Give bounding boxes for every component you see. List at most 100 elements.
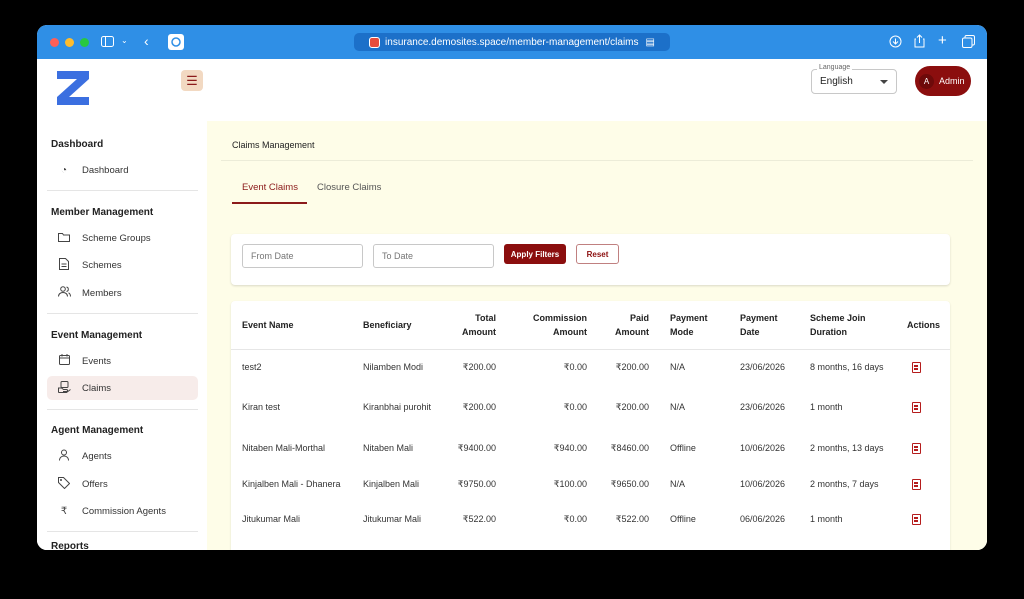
cell-paid-amount: ₹200.00 <box>615 402 649 413</box>
avatar: A <box>919 73 934 89</box>
cell-beneficiary: Nilamben Modi <box>363 362 424 373</box>
url-text: insurance.demosites.space/member-managem… <box>385 36 639 48</box>
address-bar[interactable]: insurance.demosites.space/member-managem… <box>354 33 670 51</box>
column-header-payment-mode: Payment Mode <box>670 312 708 337</box>
tab-favicon-icon[interactable] <box>168 34 184 52</box>
menu-toggle-button[interactable]: ☰ <box>181 70 203 91</box>
cell-commission-amount: ₹0.00 <box>563 402 587 413</box>
sidebar-item-scheme-groups[interactable]: Scheme Groups <box>47 226 198 250</box>
sidebar-divider <box>47 190 198 191</box>
sidebar-item-events[interactable]: Events <box>47 349 198 373</box>
tab-event-claims[interactable]: Event Claims <box>242 182 298 193</box>
to-date-input[interactable] <box>373 244 494 268</box>
sidebar-item-agents[interactable]: Agents <box>47 444 198 468</box>
column-header-actions: Actions <box>907 319 941 330</box>
cell-scheme-join-duration: 2 months, 13 days <box>810 443 884 454</box>
cell-payment-date: 06/06/2026 <box>740 514 786 525</box>
sidebar-item-label: Scheme Groups <box>82 232 151 244</box>
chevron-down-icon[interactable]: ⌄ <box>121 37 128 45</box>
cell-event-name: Kinjalben Mali - Dhanera <box>242 479 341 490</box>
active-tab-indicator <box>232 202 307 204</box>
sidebar-item-label: Claims <box>82 382 112 394</box>
page-breadcrumb: Claims Management <box>232 140 315 150</box>
cell-paid-amount: ₹8460.00 <box>610 443 649 454</box>
cell-payment-mode: N/A <box>670 479 686 490</box>
sidebar-toggle-icon[interactable] <box>101 36 114 49</box>
new-tab-icon[interactable]: + <box>938 33 947 48</box>
cell-payment-mode: Offline <box>670 443 696 454</box>
cell-paid-amount: ₹522.00 <box>615 514 649 525</box>
tabs-overview-icon[interactable] <box>962 35 975 50</box>
claims-icon <box>57 380 71 396</box>
main-content: Claims Management Event Claims Closure C… <box>207 121 987 550</box>
sidebar: Dashboard ◔ Dashboard Member Management … <box>37 121 207 550</box>
sidebar-section-agent-management: Agent Management <box>51 425 144 436</box>
back-icon[interactable]: ‹ <box>144 34 149 48</box>
sidebar-item-members[interactable]: Members <box>47 281 198 305</box>
cell-payment-mode: N/A <box>670 362 686 373</box>
cell-payment-date: 23/06/2026 <box>740 362 786 373</box>
cell-commission-amount: ₹0.00 <box>563 514 587 525</box>
sidebar-item-label: Offers <box>82 478 108 490</box>
language-label: Language <box>817 64 853 71</box>
cell-payment-mode: N/A <box>670 402 686 413</box>
sidebar-item-claims[interactable]: Claims <box>47 376 198 400</box>
minimize-window-button[interactable] <box>65 38 74 47</box>
zoom-window-button[interactable] <box>80 38 89 47</box>
cell-scheme-join-duration: 1 month <box>810 402 843 413</box>
share-icon[interactable] <box>914 34 925 50</box>
column-header-commission-amount: Commission Amount <box>532 312 587 337</box>
language-value: English <box>820 76 853 87</box>
admin-label: Admin <box>939 76 965 86</box>
from-date-input[interactable] <box>242 244 363 268</box>
sidebar-item-commission-agents[interactable]: ₹ Commission Agents <box>47 499 198 523</box>
browser-titlebar: ⌄ ‹ insurance.demosites.space/member-man… <box>37 25 987 59</box>
download-icon[interactable] <box>889 35 902 50</box>
view-claim-icon[interactable] <box>912 362 921 373</box>
sidebar-section-member-management: Member Management <box>51 207 154 218</box>
view-claim-icon[interactable] <box>912 443 921 454</box>
cell-payment-date: 10/06/2026 <box>740 479 786 490</box>
document-icon <box>57 257 71 273</box>
cell-scheme-join-duration: 1 month <box>810 514 843 525</box>
sidebar-item-label: Members <box>82 287 122 299</box>
caret-down-icon[interactable] <box>880 80 888 84</box>
column-header-event-name: Event Name <box>242 319 294 330</box>
cell-event-name: test2 <box>242 362 262 373</box>
cell-event-name: Kiran test <box>242 402 281 413</box>
user-icon <box>57 449 71 464</box>
cell-commission-amount: ₹940.00 <box>553 443 587 454</box>
rupee-icon: ₹ <box>60 505 68 517</box>
cell-total-amount: ₹9750.00 <box>457 479 496 490</box>
logo-icon[interactable] <box>55 69 91 107</box>
view-claim-icon[interactable] <box>912 402 921 413</box>
cell-event-name: Jitukumar Mali <box>242 514 301 525</box>
cell-paid-amount: ₹9650.00 <box>610 479 649 490</box>
sidebar-item-label: Events <box>82 355 112 367</box>
sidebar-divider <box>47 409 198 410</box>
sidebar-item-dashboard[interactable]: ◔ Dashboard <box>47 158 198 182</box>
admin-menu-button[interactable]: A Admin <box>915 66 971 96</box>
cell-beneficiary: Jitukumar Mali <box>363 514 422 525</box>
close-window-button[interactable] <box>50 38 59 47</box>
site-favicon-icon <box>369 36 381 48</box>
apply-filters-button[interactable]: Apply Filters <box>504 244 566 264</box>
reader-icon[interactable]: ▤ <box>646 37 655 48</box>
cell-total-amount: ₹9400.00 <box>457 443 496 454</box>
reset-button[interactable]: Reset <box>576 244 619 264</box>
users-icon <box>57 286 71 300</box>
breadcrumb-divider <box>221 160 973 161</box>
sidebar-item-offers[interactable]: Offers <box>47 472 198 496</box>
sidebar-item-schemes[interactable]: Schemes <box>47 253 198 277</box>
column-header-scheme-join-duration: Scheme Join Duration <box>810 312 866 337</box>
cell-commission-amount: ₹100.00 <box>553 479 587 490</box>
view-claim-icon[interactable] <box>912 479 921 490</box>
cell-beneficiary: Nitaben Mali <box>363 443 414 454</box>
gauge-icon: ◔ <box>60 164 68 176</box>
claims-table: Event Name Beneficiary Total Amount Comm… <box>231 301 950 550</box>
view-claim-icon[interactable] <box>912 514 921 525</box>
sidebar-section-reports: Reports <box>51 541 89 550</box>
tag-icon <box>57 476 71 492</box>
sidebar-section-dashboard: Dashboard <box>51 139 104 150</box>
tab-closure-claims[interactable]: Closure Claims <box>317 182 381 193</box>
